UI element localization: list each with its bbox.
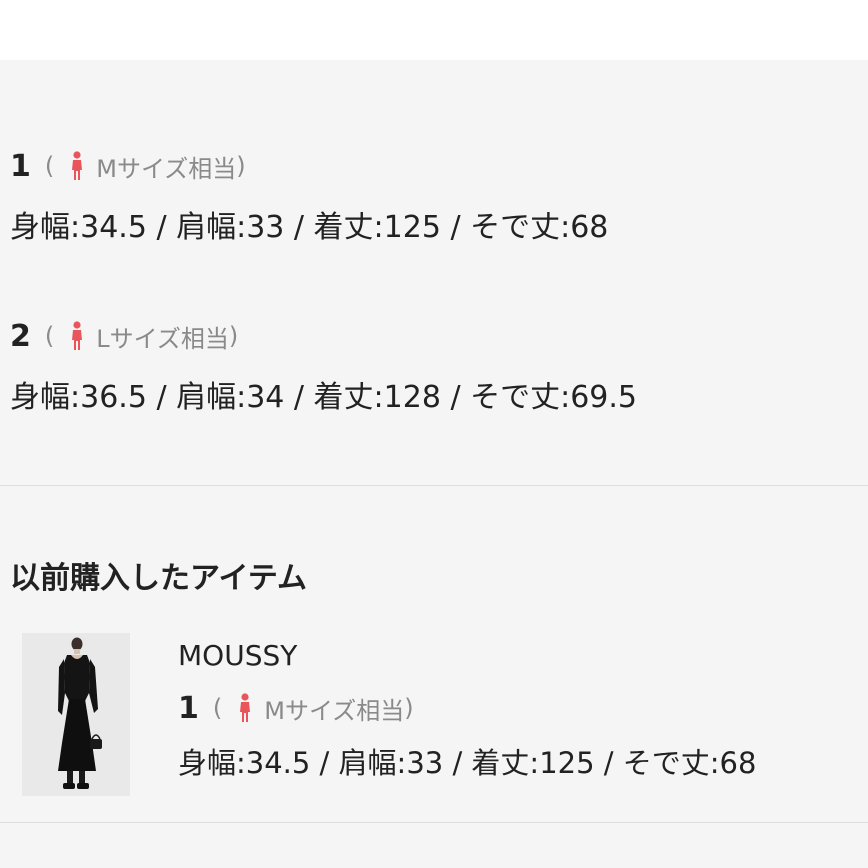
person-icon <box>66 321 88 351</box>
close-paren: ) <box>236 152 246 180</box>
size-measurements: 身幅:34.5 / 肩幅:33 / 着丈:125 / そで丈:68 <box>10 210 609 245</box>
size-guide-page: 1 ( Mサイズ相当 ) 身幅:34.5 / 肩幅:33 / 着丈:125 / … <box>0 0 868 868</box>
section-divider <box>0 485 868 486</box>
size-measurements: 身幅:36.5 / 肩幅:34 / 着丈:128 / そで丈:69.5 <box>10 380 637 415</box>
size-header: 1 ( Mサイズ相当 ) <box>10 146 608 186</box>
size-option-2: 2 ( Lサイズ相当 ) 身幅:36.5 / 肩幅:34 / 着丈:128 / … <box>10 316 637 416</box>
purchased-item-info[interactable]: MOUSSY 1 ( Mサイズ相当 ) 身幅:34.5 / 肩幅:33 / 着丈… <box>178 636 756 782</box>
section-title: 以前購入したアイテム <box>10 561 307 596</box>
product-image[interactable] <box>22 633 130 796</box>
open-paren: ( <box>212 694 223 722</box>
size-equivalent-label: Lサイズ相当 <box>96 324 229 353</box>
size-number: 1 <box>10 148 31 184</box>
item-divider <box>0 822 868 823</box>
size-number: 1 <box>178 690 199 726</box>
person-icon <box>234 693 256 723</box>
open-paren: ( <box>44 152 55 180</box>
size-header: 2 ( Lサイズ相当 ) <box>10 316 637 356</box>
close-paren: ) <box>228 322 239 350</box>
size-option-1: 1 ( Mサイズ相当 ) 身幅:34.5 / 肩幅:33 / 着丈:125 / … <box>10 146 608 246</box>
size-measurements: 身幅:34.5 / 肩幅:33 / 着丈:125 / そで丈:68 <box>178 746 757 780</box>
size-equivalent-label: Mサイズ相当 <box>264 696 405 725</box>
open-paren: ( <box>44 322 55 350</box>
size-header: 1 ( Mサイズ相当 ) <box>178 688 756 728</box>
brand-name: MOUSSY <box>178 639 298 672</box>
close-paren: ) <box>404 694 414 722</box>
size-number: 2 <box>10 318 31 354</box>
header-area <box>0 0 868 60</box>
size-equivalent-label: Mサイズ相当 <box>96 154 237 183</box>
person-icon <box>66 151 88 181</box>
